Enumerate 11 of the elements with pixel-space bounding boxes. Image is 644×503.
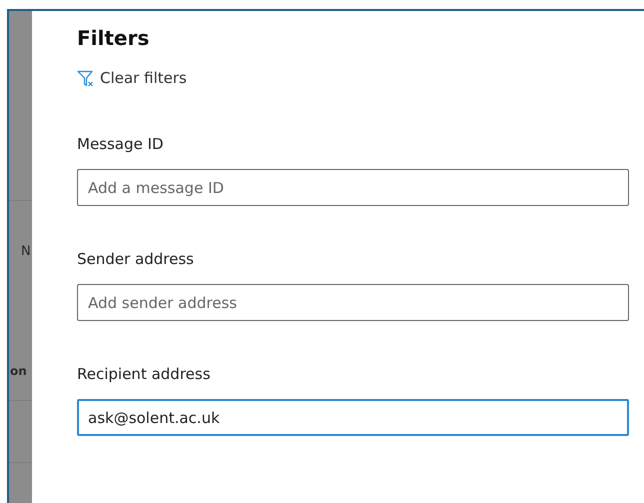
input-field[interactable]: Add sender address xyxy=(77,284,629,321)
panel-title: Filters xyxy=(77,25,150,51)
field-label: Sender address xyxy=(77,249,194,269)
input-field[interactable]: ask@solent.ac.uk xyxy=(77,399,629,436)
background-text: on xyxy=(10,363,27,380)
field-label: Recipient address xyxy=(77,364,210,384)
filter-clear-icon xyxy=(77,70,94,86)
clear-filters-link[interactable]: Clear filters xyxy=(77,68,187,88)
background-text: N xyxy=(21,243,31,260)
input-field[interactable]: Add a message ID xyxy=(77,169,629,206)
field-label: Message ID xyxy=(77,134,164,154)
